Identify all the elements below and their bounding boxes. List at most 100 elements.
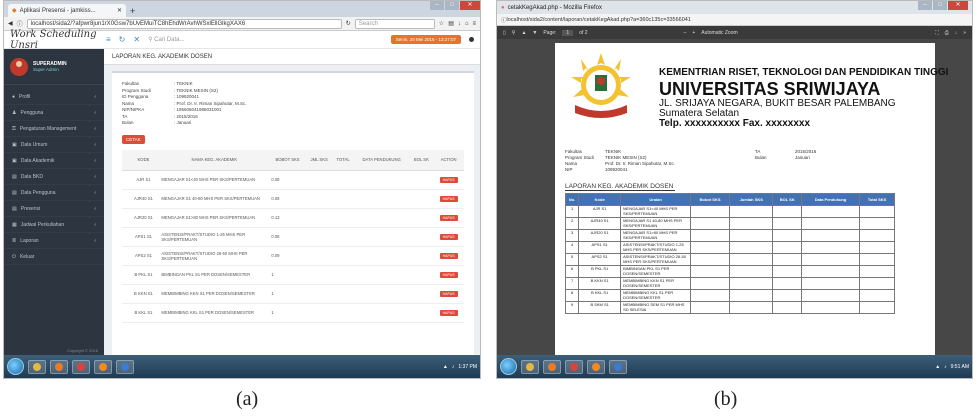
back-icon[interactable]: ◀	[8, 20, 13, 27]
info-key: Program Studi	[122, 87, 151, 93]
maximize-button[interactable]: □	[445, 1, 459, 10]
sidebar-item[interactable]: ▦ Jadwal Perkuliahan ‹	[4, 217, 104, 233]
library-icon[interactable]: ▤	[448, 20, 454, 27]
info-icon[interactable]: ⓘ	[17, 19, 23, 28]
date-button[interactable]: Senin, 20 Mei 2016 - 13:27:07	[390, 35, 461, 44]
start-button[interactable]	[500, 358, 517, 375]
cell-kode: AJR40 S1	[127, 189, 160, 209]
bookmark-star-icon[interactable]: ☆	[439, 20, 444, 27]
system-tray: ▲ ♪ 9:51 AM	[935, 364, 969, 370]
chevron-icon: ‹	[94, 173, 96, 180]
zoom-in-icon[interactable]: +	[692, 30, 695, 36]
taskbar-media-icon[interactable]	[543, 359, 561, 374]
taskbar-chrome-icon[interactable]	[72, 359, 90, 374]
sidebar-item[interactable]: ⏻ Keluar	[4, 249, 104, 265]
taskbar-media-icon[interactable]	[50, 359, 68, 374]
column-header: BOL SK	[409, 150, 434, 171]
delete-button[interactable]: HAPUS	[439, 252, 458, 259]
header-search[interactable]: ⚲ Cari Data...	[148, 36, 184, 43]
delete-button[interactable]: HAPUS	[439, 214, 458, 221]
sidebar-item[interactable]: ● Profil ‹	[4, 89, 104, 105]
taskbar-chrome-icon[interactable]	[565, 359, 583, 374]
close-window-button[interactable]: ✕	[948, 1, 968, 10]
prev-page-icon[interactable]: ▲	[521, 30, 526, 36]
taskbar-firefox-icon[interactable]	[587, 359, 605, 374]
minimize-button[interactable]: –	[918, 1, 932, 10]
volume-icon[interactable]: ♪	[944, 364, 947, 370]
tools-icon[interactable]: »	[963, 30, 966, 36]
sidebar-item[interactable]: ▣ Data Akademik ‹	[4, 153, 104, 169]
page-label: Page:	[543, 29, 557, 36]
delete-button[interactable]: HAPUS	[439, 233, 458, 240]
cell-empty	[690, 301, 731, 314]
cell-empty	[305, 265, 333, 285]
reload-icon[interactable]: ↻	[346, 20, 351, 27]
delete-button[interactable]: HAPUS	[439, 176, 458, 183]
print-button[interactable]: CETAK	[122, 135, 145, 144]
delete-button[interactable]: HAPUS	[439, 290, 458, 297]
sidebar-item[interactable]: ▤ Presensi ‹	[4, 201, 104, 217]
refresh-icon[interactable]: ↻	[119, 35, 126, 44]
zoom-out-icon[interactable]: –	[684, 30, 687, 36]
browser-tab[interactable]: ◆ Aplikasi Presensi - jamkiss... ✕	[8, 4, 126, 17]
info-value: : 109920041	[174, 94, 200, 99]
delete-button[interactable]: HAPUS	[439, 195, 458, 202]
cell-action: HAPUS	[433, 303, 464, 323]
delete-button[interactable]: HAPUS	[439, 271, 458, 278]
minimize-button[interactable]: –	[430, 1, 444, 10]
taskbar-firefox-icon[interactable]	[94, 359, 112, 374]
taskbar-app-icon[interactable]	[609, 359, 627, 374]
close-window-button[interactable]: ✕	[460, 1, 480, 10]
sidebar-item[interactable]: ≣ Laporan ‹	[4, 233, 104, 249]
hamburger-icon[interactable]: ≡	[106, 35, 111, 44]
network-icon[interactable]: ▲	[443, 364, 448, 370]
clock[interactable]: 9:51 AM	[951, 364, 969, 370]
cell-empty	[859, 241, 895, 254]
sidebar-item[interactable]: ♟ Pengguna ‹	[4, 105, 104, 121]
column-header: TOTAL	[332, 150, 354, 171]
list-icon: ≣	[12, 237, 17, 244]
new-tab-button[interactable]: +	[130, 5, 135, 17]
close-tab-icon[interactable]: ✕	[117, 7, 122, 14]
app-brand[interactable]: Work Scheduling Unsri	[10, 29, 98, 51]
browser-search-input[interactable]: Search	[354, 18, 435, 29]
volume-icon[interactable]: ♪	[452, 364, 455, 370]
download-icon[interactable]: ↓	[458, 21, 461, 27]
address-bar[interactable]: localhost/sida2/content/laporan/cetakKeg…	[507, 17, 691, 23]
cell-empty	[859, 265, 895, 278]
clock[interactable]: 1:37 PM	[458, 364, 477, 370]
download-icon[interactable]: ↓	[955, 30, 958, 36]
page-input[interactable]: 1	[562, 29, 574, 36]
address-bar[interactable]: localhost/sida2/?afpwr8jun1rX0Gsw7bUvEMu…	[26, 18, 342, 29]
taskbar-app-icon[interactable]	[116, 359, 134, 374]
maximize-button[interactable]: □	[933, 1, 947, 10]
user-dot-icon[interactable]	[469, 37, 474, 42]
fullscreen-icon[interactable]: ⛶	[935, 30, 939, 36]
cell-empty	[772, 241, 803, 254]
menu-icon[interactable]: ≡	[472, 21, 476, 27]
expand-icon[interactable]: ✕	[133, 35, 140, 44]
search-icon[interactable]: ⚲	[512, 30, 516, 36]
sidebar-item[interactable]: ▤ Data Pengguna ‹	[4, 185, 104, 201]
home-icon[interactable]: ⌂	[465, 21, 469, 27]
cell-empty	[305, 284, 333, 304]
cell-nama: BIMBINGAN PKL S1 PER DOSEN/SEMESTER	[159, 265, 270, 285]
screenshot-a: ◆ Aplikasi Presensi - jamkiss... ✕ + – □…	[3, 0, 481, 379]
sidebar-item[interactable]: ▣ Data Umum ‹	[4, 137, 104, 153]
cell-nama: MENGAJAR S1<40 MHS PER SKS/PERTEMUAN	[159, 170, 270, 190]
sidebar-toggle-icon[interactable]: ▯	[503, 30, 506, 36]
cell-action: HAPUS	[433, 284, 464, 304]
zoom-select[interactable]: Automatic Zoom	[701, 30, 737, 36]
cell-kode: B KKL S1	[578, 289, 622, 302]
delete-button[interactable]: HAPUS	[439, 309, 458, 316]
activity-table: KODE NAMA KEG. AKADEMIK BOBOT SKS JML SKS TO…	[122, 150, 464, 323]
cell-empty	[729, 301, 774, 314]
start-button[interactable]	[7, 358, 24, 375]
taskbar-explorer-icon[interactable]	[28, 359, 46, 374]
sidebar-item[interactable]: ▤ Data BKD ‹	[4, 169, 104, 185]
print-icon[interactable]: ⎙	[945, 30, 949, 36]
next-page-icon[interactable]: ▼	[532, 30, 537, 36]
taskbar-explorer-icon[interactable]	[521, 359, 539, 374]
network-icon[interactable]: ▲	[935, 364, 940, 370]
sidebar-item[interactable]: ⚿ Pengaturan Management ‹	[4, 121, 104, 137]
